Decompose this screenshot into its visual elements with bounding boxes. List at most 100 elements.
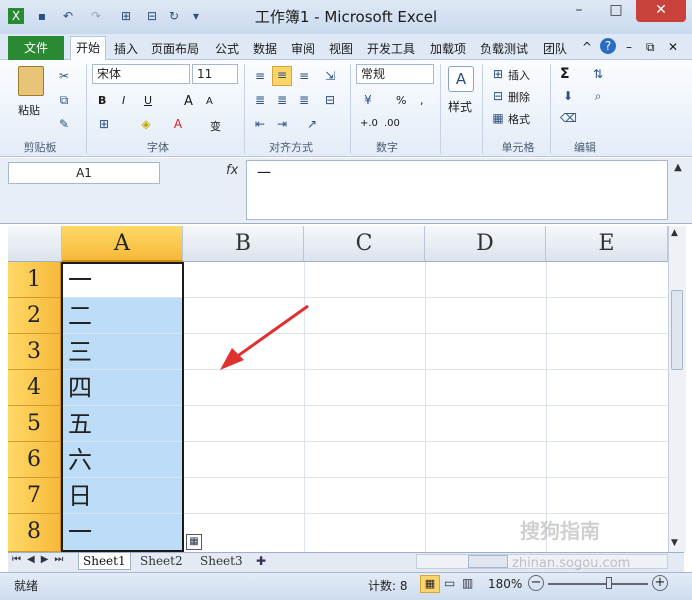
scroll-down-icon[interactable]: ▼ xyxy=(671,538,678,548)
delete-cells-icon[interactable]: ⊟ xyxy=(490,88,506,104)
horizontal-scroll-thumb[interactable] xyxy=(468,555,508,568)
tab-formulas[interactable]: 公式 xyxy=(215,40,239,57)
row-header-2[interactable]: 2 xyxy=(8,298,62,334)
number-format-select[interactable]: 常规 xyxy=(356,64,434,84)
format-cells-icon[interactable]: ▦ xyxy=(490,110,506,126)
insert-cells-icon[interactable]: ⊞ xyxy=(490,66,506,82)
row-header-4[interactable]: 4 xyxy=(8,370,62,406)
sheet-nav-icon[interactable]: ⏮◀▶⏭ xyxy=(12,554,69,565)
find-select-icon[interactable]: ⌕ xyxy=(590,88,606,104)
minimize-button[interactable]: – xyxy=(562,0,596,22)
tab-addins[interactable]: 加载项 xyxy=(430,40,466,57)
row-header-3[interactable]: 3 xyxy=(8,334,62,370)
font-size-select[interactable]: 11 xyxy=(192,64,238,84)
phonetic-button[interactable]: 变 xyxy=(210,118,221,134)
quick-table-icon[interactable]: ⊟ xyxy=(144,8,160,24)
column-header-c[interactable]: C xyxy=(304,226,425,262)
merge-center-icon[interactable]: ⊟ xyxy=(322,92,338,108)
paste-button[interactable]: 粘贴 xyxy=(18,102,40,118)
cell-a2[interactable]: 二 xyxy=(62,298,183,334)
align-center-icon[interactable]: ≣ xyxy=(274,92,290,108)
doc-minimize-icon[interactable]: – xyxy=(626,40,632,54)
border-icon[interactable]: ⊞ xyxy=(96,116,112,132)
increase-decimal-button[interactable]: +.0 xyxy=(360,118,378,129)
vertical-scroll-thumb[interactable] xyxy=(671,290,683,370)
orientation-icon[interactable]: ↗ xyxy=(304,116,320,132)
zoom-out-button[interactable]: − xyxy=(528,575,544,591)
select-all-button[interactable] xyxy=(8,226,62,262)
shrink-font-button[interactable]: A xyxy=(206,96,213,107)
quick-grid-icon[interactable]: ⊞ xyxy=(118,8,134,24)
redo-icon[interactable]: ↷ xyxy=(88,8,104,24)
wrap-text-icon[interactable]: ⇲ xyxy=(322,68,338,84)
tab-page-layout[interactable]: 页面布局 xyxy=(151,40,199,57)
column-header-d[interactable]: D xyxy=(425,226,546,262)
help-icon[interactable]: ? xyxy=(600,38,616,54)
sheet-tab-3[interactable]: Sheet3 xyxy=(196,553,247,570)
sheet-tab-1[interactable]: Sheet1 xyxy=(78,553,131,570)
excel-logo-icon[interactable]: X xyxy=(8,8,24,24)
tab-team[interactable]: 团队 xyxy=(543,40,567,57)
font-color-icon[interactable]: A xyxy=(170,116,186,132)
customize-icon[interactable]: ▾ xyxy=(188,8,204,24)
doc-restore-icon[interactable]: ⧉ xyxy=(646,40,655,55)
tab-review[interactable]: 审阅 xyxy=(291,40,315,57)
currency-icon[interactable]: ¥ xyxy=(360,92,376,108)
column-header-e[interactable]: E xyxy=(546,226,668,262)
percent-button[interactable]: % xyxy=(396,94,406,107)
tab-home[interactable]: 开始 xyxy=(70,36,106,61)
close-button[interactable]: ✕ xyxy=(636,0,686,22)
format-cells-button[interactable]: 格式 xyxy=(508,111,530,127)
row-header-6[interactable]: 6 xyxy=(8,442,62,478)
clear-icon[interactable]: ⌫ xyxy=(560,110,577,126)
quick-analysis-icon[interactable]: ▦ xyxy=(186,534,202,550)
align-left-icon[interactable]: ≣ xyxy=(252,92,268,108)
tab-load-test[interactable]: 负载测试 xyxy=(480,40,528,57)
styles-icon[interactable]: A xyxy=(448,66,474,92)
cell-a6[interactable]: 六 xyxy=(62,442,183,478)
tab-insert[interactable]: 插入 xyxy=(114,40,138,57)
underline-button[interactable]: U xyxy=(144,94,152,107)
zoom-in-button[interactable]: + xyxy=(652,575,668,591)
bold-button[interactable]: B xyxy=(98,94,106,107)
align-bottom-icon[interactable]: ≡ xyxy=(296,68,312,84)
fill-icon[interactable]: ⬇ xyxy=(560,88,576,104)
insert-function-button[interactable]: fx xyxy=(226,163,238,178)
grow-font-button[interactable]: A xyxy=(184,94,193,109)
cell-a5[interactable]: 五 xyxy=(62,406,183,442)
new-sheet-icon[interactable]: ✚ xyxy=(256,554,266,568)
autosum-button[interactable]: Σ xyxy=(560,66,570,82)
tab-view[interactable]: 视图 xyxy=(329,40,353,57)
name-box[interactable]: A1 xyxy=(8,162,160,184)
expand-formula-icon[interactable]: ▲ xyxy=(670,162,686,178)
cut-icon[interactable]: ✂ xyxy=(56,68,72,84)
decrease-indent-icon[interactable]: ⇤ xyxy=(252,116,268,132)
styles-button[interactable]: 样式 xyxy=(448,98,472,115)
delete-cells-button[interactable]: 删除 xyxy=(508,89,530,105)
cell-a3[interactable]: 三 xyxy=(62,334,183,370)
column-header-b[interactable]: B xyxy=(183,226,304,262)
scroll-up-icon[interactable]: ▲ xyxy=(671,228,678,238)
zoom-slider-track[interactable] xyxy=(548,583,648,585)
comma-button[interactable]: , xyxy=(420,94,424,107)
align-right-icon[interactable]: ≣ xyxy=(296,92,312,108)
undo-icon[interactable]: ↶ xyxy=(60,8,76,24)
format-painter-icon[interactable]: ✎ xyxy=(56,116,72,132)
sheet-tab-2[interactable]: Sheet2 xyxy=(136,553,187,570)
quick-format-icon[interactable]: ↻ xyxy=(166,8,182,24)
cell-a8[interactable]: 一 xyxy=(62,514,183,552)
decrease-decimal-button[interactable]: .00 xyxy=(384,118,400,129)
tab-file[interactable]: 文件 xyxy=(8,36,64,60)
fill-color-icon[interactable]: ◈ xyxy=(138,116,154,132)
paste-icon[interactable] xyxy=(18,66,44,96)
row-header-7[interactable]: 7 xyxy=(8,478,62,514)
italic-button[interactable]: I xyxy=(122,94,125,107)
page-layout-view-icon[interactable]: ▭ xyxy=(444,576,455,590)
insert-cells-button[interactable]: 插入 xyxy=(508,67,530,83)
maximize-button[interactable]: □ xyxy=(598,0,634,22)
zoom-slider-thumb[interactable] xyxy=(606,577,612,589)
row-header-1[interactable]: 1 xyxy=(8,262,62,298)
formula-input[interactable]: 一 xyxy=(246,160,668,220)
cell-a1[interactable]: 一 xyxy=(62,262,183,298)
align-top-icon[interactable]: ≡ xyxy=(252,68,268,84)
